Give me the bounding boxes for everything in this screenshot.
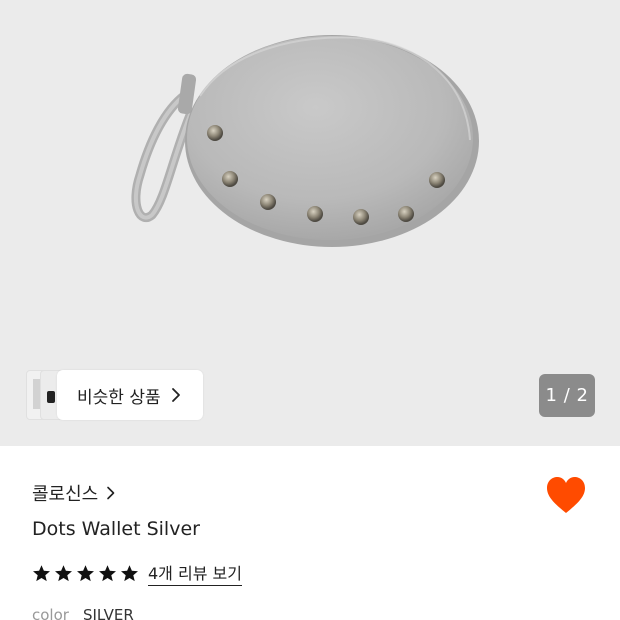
option-value: SILVER [82,606,134,620]
option-row: color SILVER [32,606,134,620]
product-image-gallery[interactable]: 비슷한 상품 1 / 2 [0,0,620,446]
product-info: 콜로신스 Dots Wallet Silver 4개 리뷰 보기 color S… [0,446,620,620]
rating-row: 4개 리뷰 보기 [32,560,242,586]
chevron-right-icon [171,388,180,402]
brand-name: 콜로신스 [32,484,99,505]
heart-icon[interactable] [545,476,587,516]
star-icon [55,564,72,581]
similar-products-button[interactable]: 비슷한 상품 [57,370,203,420]
review-link[interactable]: 4개 리뷰 보기 [148,560,242,586]
star-icon [99,564,116,581]
product-name: Dots Wallet Silver [32,518,200,540]
star-icon [77,564,94,581]
star-rating [32,564,139,583]
star-icon [121,564,138,581]
chevron-right-icon [107,486,115,500]
option-label: color [32,606,69,620]
similar-products-label: 비슷한 상품 [77,387,161,408]
brand-link[interactable]: 콜로신스 [32,480,116,506]
star-icon [33,564,50,581]
image-page-counter: 1 / 2 [539,374,595,417]
